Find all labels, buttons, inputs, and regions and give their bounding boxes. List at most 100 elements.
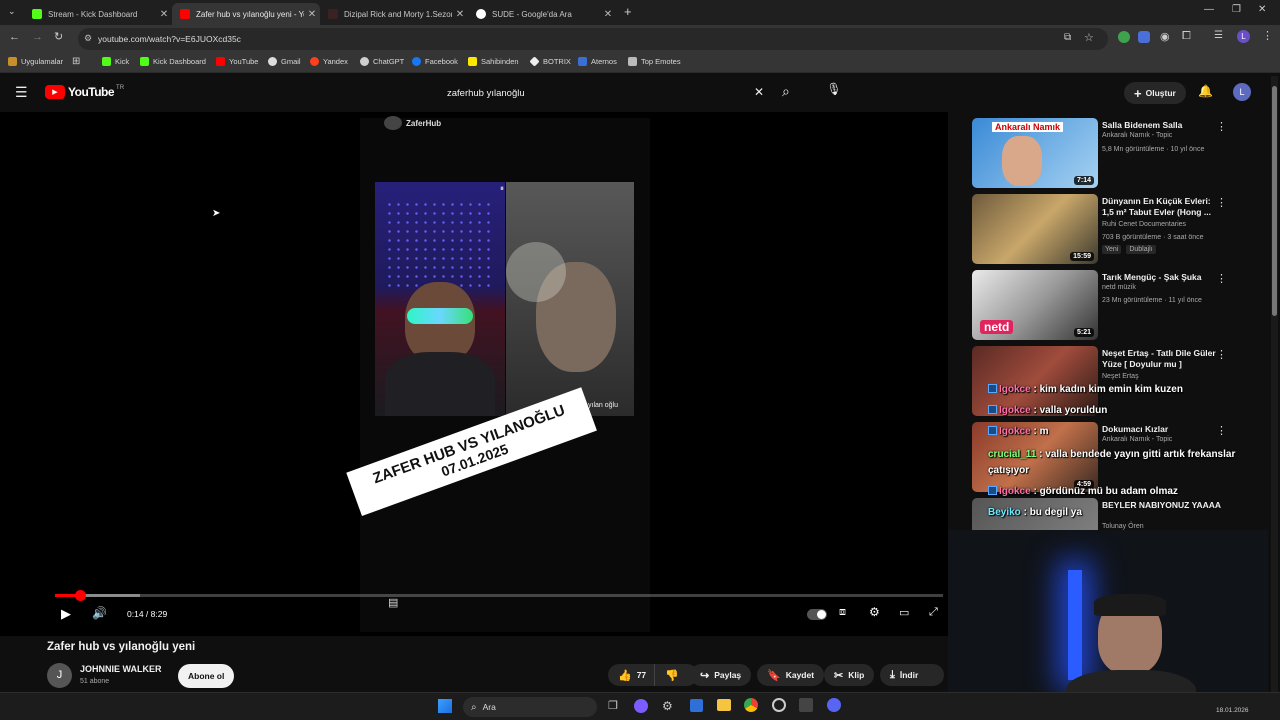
bookmark-kick-dashboard[interactable]: Kick Dashboard xyxy=(140,57,206,66)
account-avatar[interactable]: L xyxy=(1233,83,1251,101)
extension-blue-icon[interactable] xyxy=(1138,31,1150,43)
address-bar[interactable]: ⚙ youtube.com/watch?v=E6JUOXcd35c ⧉ ☆ xyxy=(78,28,1108,50)
tab-dizipal[interactable]: Dizipal Rick and Morty 1.Sezon ✕ xyxy=(320,3,468,25)
watermark-text: ZaferHub xyxy=(406,118,442,128)
page-scrollbar[interactable] xyxy=(1271,76,1278,692)
video-thumbnail[interactable]: netd 5:21 xyxy=(972,270,1098,340)
recommendation-meta: 5,8 Mn görüntüleme · 10 yıl önce xyxy=(1102,146,1205,153)
youtube-logo[interactable]: ▶ YouTube TR xyxy=(45,85,124,99)
install-app-icon[interactable]: ⧉ xyxy=(1064,32,1071,43)
search-icon[interactable]: ⌕ xyxy=(782,83,790,100)
tab-search-chevron-icon[interactable]: ⌄ xyxy=(8,6,16,17)
scrollbar-thumb[interactable] xyxy=(1272,86,1277,316)
profile-avatar[interactable]: L xyxy=(1237,30,1250,43)
recommendation-item[interactable]: netd 5:21 Tarık Mengüç - Şak Şuka netd m… xyxy=(972,270,1262,342)
clear-search-icon[interactable]: ✕ xyxy=(754,85,764,99)
bookmark-facebook[interactable]: Facebook xyxy=(412,57,458,66)
extension-green-icon[interactable] xyxy=(1118,31,1130,43)
app-icon[interactable] xyxy=(772,698,786,712)
tab-groups-icon[interactable]: ⊞ xyxy=(72,56,80,67)
save-button[interactable]: 🔖 Kaydet xyxy=(757,664,825,686)
thumbs-up-icon: 👍 xyxy=(618,669,632,682)
sidepanel-icon[interactable]: ☰ xyxy=(1214,30,1223,41)
volume-icon[interactable]: 🔊 xyxy=(92,606,107,620)
subscribe-button[interactable]: Abone ol xyxy=(178,664,235,688)
bookmark-gmail[interactable]: Gmail xyxy=(268,57,301,66)
file-explorer-icon[interactable] xyxy=(717,699,731,711)
notifications-bell-icon[interactable]: 🔔 xyxy=(1198,84,1213,98)
close-tab-icon[interactable]: ✕ xyxy=(600,9,616,20)
bookmark-youtube[interactable]: YouTube xyxy=(216,57,258,66)
more-options-icon[interactable]: ⋮ xyxy=(1216,348,1227,361)
forward-arrow-icon[interactable]: → xyxy=(32,31,43,43)
obs-app-icon[interactable] xyxy=(799,698,813,712)
yandex-icon xyxy=(310,57,319,66)
recommendation-channel: Ruhi Cenet Documentaries xyxy=(1102,221,1187,228)
clip-button[interactable]: ✂ Klip xyxy=(824,664,875,686)
dislike-button[interactable]: 👎 xyxy=(655,669,689,682)
more-options-icon[interactable]: ⋮ xyxy=(1216,424,1227,437)
like-button[interactable]: 👍 77 xyxy=(608,664,656,686)
chapters-icon[interactable]: ▤ xyxy=(388,596,398,609)
search-input[interactable]: zaferhub yılanoğlu ✕ xyxy=(436,81,772,105)
tab-google-search[interactable]: SUDE - Google'da Ara ✕ xyxy=(468,3,616,25)
create-button[interactable]: + Oluştur xyxy=(1124,82,1186,104)
seek-bar[interactable] xyxy=(55,590,943,601)
bookmark-star-icon[interactable]: ☆ xyxy=(1084,31,1094,44)
close-tab-icon[interactable]: ✕ xyxy=(452,9,468,20)
settings-app-icon[interactable]: ⚙ xyxy=(662,699,673,713)
more-options-icon[interactable]: ⋮ xyxy=(1216,272,1227,285)
video-player[interactable]: ZaferHub yılan oğlu ⏸ ZAFER HUB VS YILAN… xyxy=(0,112,948,636)
share-arrow-icon: ↪ xyxy=(700,669,710,682)
subtitles-icon[interactable]: ⧈ xyxy=(839,606,846,619)
store-app-icon[interactable] xyxy=(690,699,703,712)
close-window-icon[interactable]: ✕ xyxy=(1258,4,1266,15)
discord-app-icon[interactable] xyxy=(827,698,841,712)
minimize-window-icon[interactable]: — xyxy=(1204,4,1214,15)
recommendation-item[interactable]: 15:59 Dünyanın En Küçük Evleri: 1,5 m² T… xyxy=(972,194,1262,266)
autoplay-toggle[interactable] xyxy=(807,609,827,620)
tab-youtube-video[interactable]: Zafer hub vs yılanoğlu yeni - Yo ✕ xyxy=(172,3,320,25)
share-button[interactable]: ↪ Paylaş xyxy=(690,664,752,686)
bookmark-botrix[interactable]: BOTRIX xyxy=(529,56,571,67)
channel-avatar[interactable]: J xyxy=(47,663,72,688)
extension-circle-icon[interactable]: ◉ xyxy=(1160,30,1170,43)
bookmark-kick[interactable]: Kick xyxy=(102,57,129,66)
more-options-icon[interactable]: ⋮ xyxy=(1216,120,1227,133)
app-icon[interactable] xyxy=(634,699,648,713)
site-info-icon[interactable]: ⚙ xyxy=(84,33,92,44)
close-tab-icon[interactable]: ✕ xyxy=(156,9,172,20)
close-tab-icon[interactable]: ✕ xyxy=(304,9,320,20)
bookmark-aternos[interactable]: Aternos xyxy=(578,57,617,66)
bookmark-yandex[interactable]: Yandex xyxy=(310,57,348,66)
reload-icon[interactable]: ↻ xyxy=(54,30,63,43)
tab-kick-dashboard[interactable]: Stream - Kick Dashboard ✕ xyxy=(24,3,172,25)
recommendation-item[interactable]: Ankaralı Namık 7:14 Salla Bidenem Salla … xyxy=(972,118,1262,190)
video-thumbnail[interactable]: Ankaralı Namık 7:14 xyxy=(972,118,1098,188)
play-icon[interactable]: ▶ xyxy=(61,606,71,622)
back-arrow-icon[interactable]: ← xyxy=(9,31,20,43)
bookmark-apps[interactable]: Uygulamalar xyxy=(8,57,63,66)
more-options-icon[interactable]: ⋮ xyxy=(1216,196,1227,209)
menu-hamburger-icon[interactable]: ☰ xyxy=(15,84,28,101)
bookmark-sahibinden[interactable]: Sahibinden xyxy=(468,57,519,66)
new-tab-plus-icon[interactable]: + xyxy=(624,4,632,19)
microphone-icon[interactable]: 🎙 xyxy=(826,82,842,98)
scrubber-handle[interactable] xyxy=(74,590,86,601)
download-button[interactable]: ⤓ İndir xyxy=(880,664,944,686)
taskbar-search[interactable]: ⌕ Ara xyxy=(463,697,597,717)
fullscreen-icon[interactable]: ⤢ xyxy=(929,606,938,619)
channel-name[interactable]: JOHNNIE WALKER xyxy=(80,664,162,674)
theater-mode-icon[interactable]: ▭ xyxy=(899,606,909,619)
bookmark-top-emotes[interactable]: Top Emotes xyxy=(628,57,681,66)
video-thumbnail[interactable]: 15:59 xyxy=(972,194,1098,264)
bookmark-chatgpt[interactable]: ChatGPT xyxy=(360,57,404,66)
extensions-puzzle-icon[interactable]: ⧠ xyxy=(1182,30,1191,43)
restore-window-icon[interactable]: ❐ xyxy=(1232,4,1241,15)
settings-gear-icon[interactable]: ⚙ xyxy=(869,605,880,619)
task-view-icon[interactable]: ❐ xyxy=(608,699,618,712)
chrome-app-icon[interactable] xyxy=(744,698,758,712)
windows-start-icon[interactable] xyxy=(438,699,452,713)
chrome-menu-icon[interactable]: ⋮ xyxy=(1262,29,1273,42)
chat-badge-icon xyxy=(988,486,997,495)
